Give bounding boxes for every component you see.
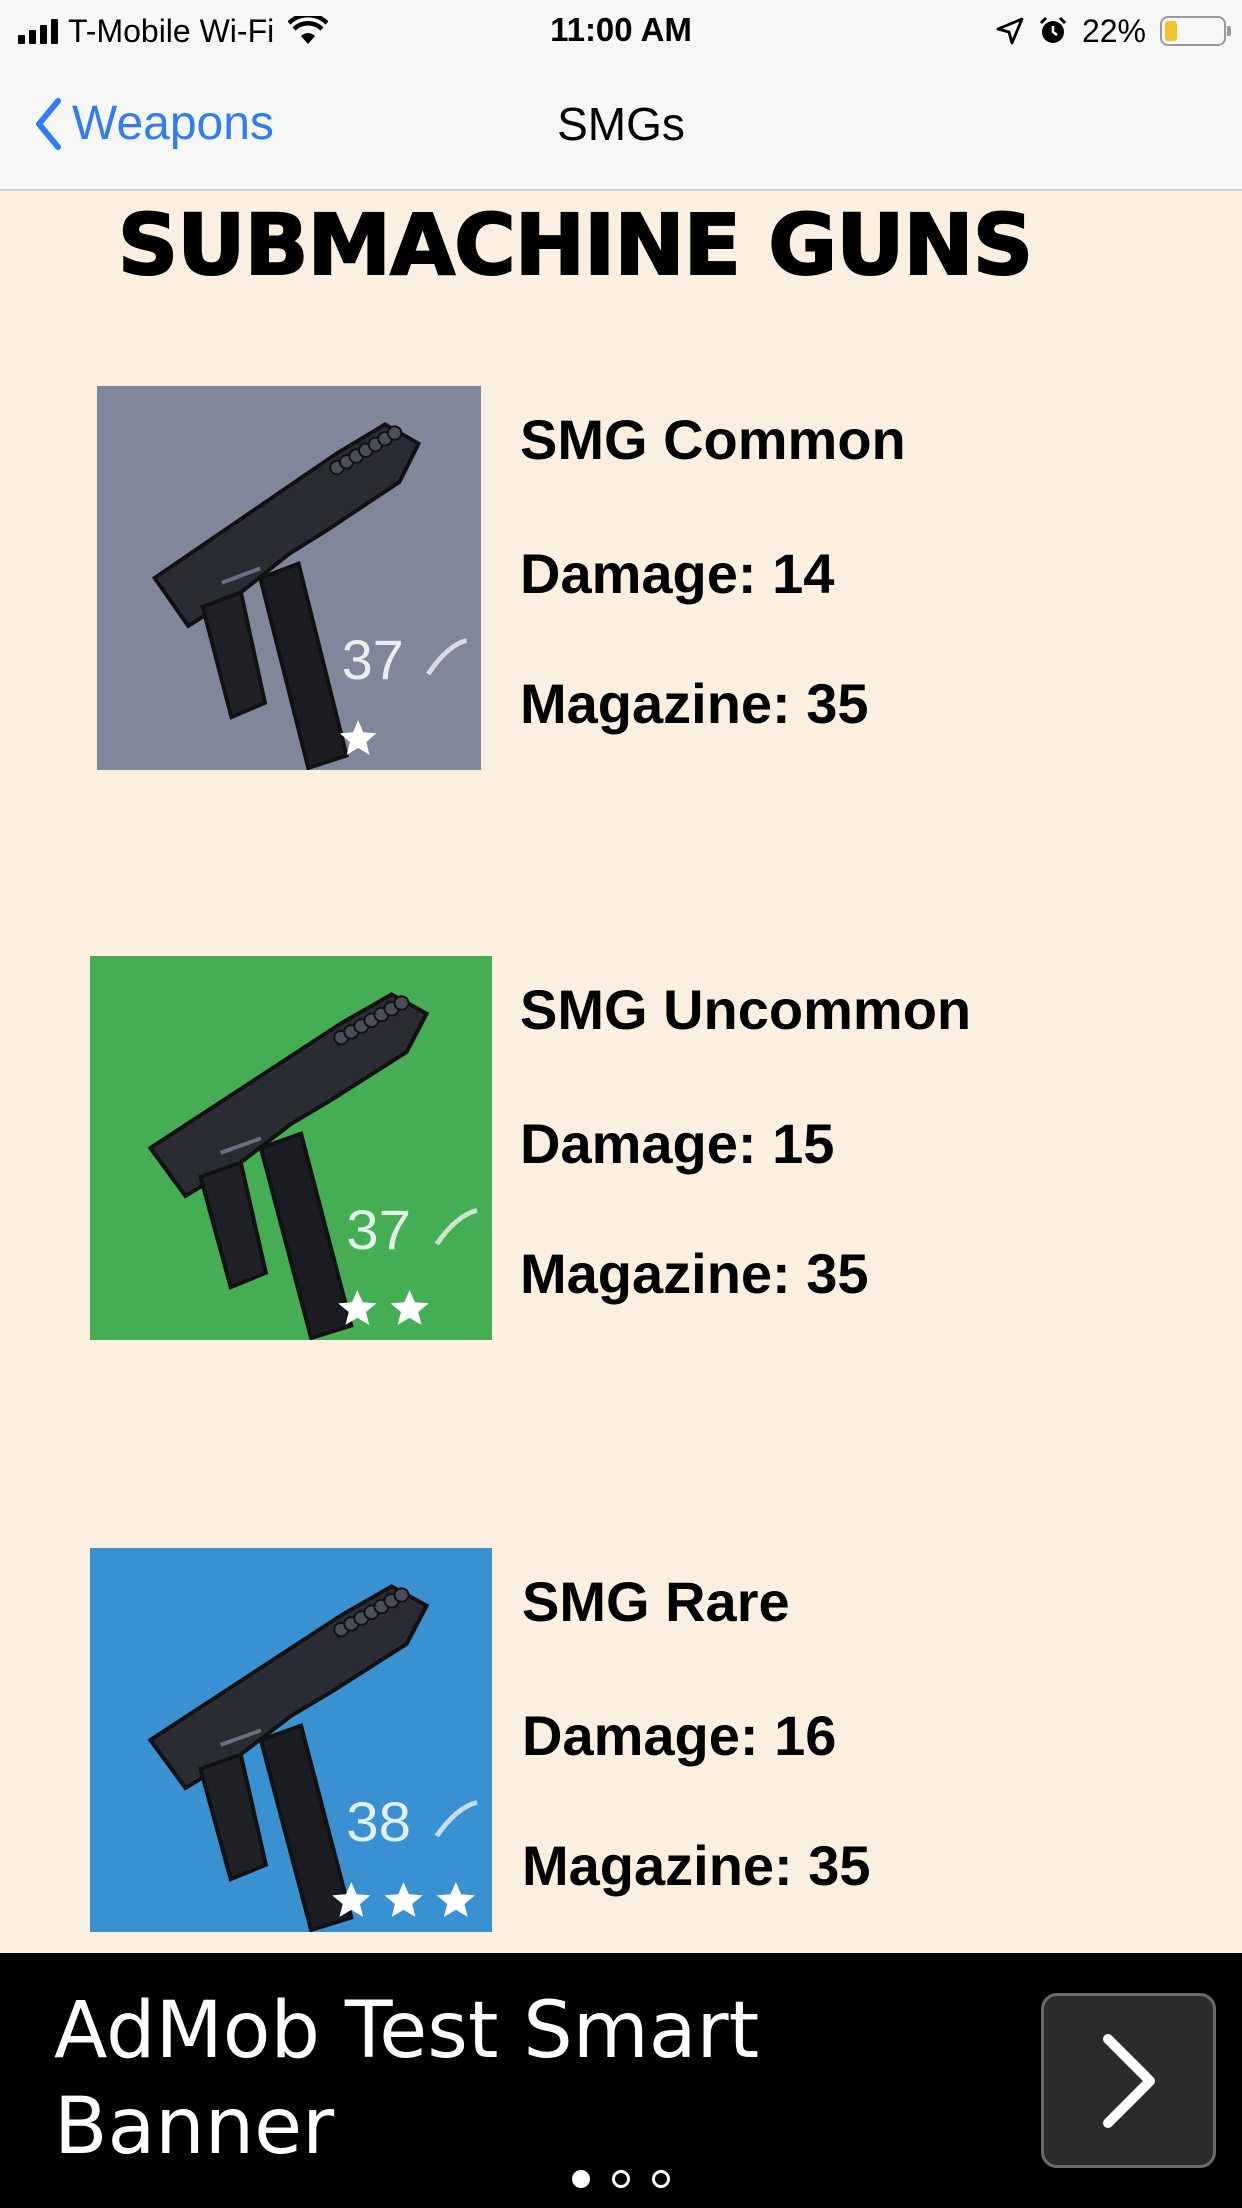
ad-text: AdMob Test Smart Banner (54, 1986, 760, 2172)
battery-icon (1160, 16, 1231, 46)
smg-illustration: 38 (90, 1548, 492, 1932)
page-dot (572, 2170, 590, 2188)
smg-illustration: 37 (90, 956, 492, 1340)
weapon-image: 37 (90, 956, 492, 1340)
page-dot (612, 2170, 630, 2188)
battery-percent: 22% (1081, 13, 1146, 49)
location-icon (996, 17, 1024, 45)
weapon-magazine: Magazine: 35 (520, 672, 869, 735)
weapon-name: SMG Uncommon (520, 978, 972, 1041)
smg-illustration: 37 (97, 386, 481, 770)
page-title: SUBMACHINE GUNS (117, 195, 1034, 295)
weapon-damage: Damage: 14 (520, 542, 835, 605)
nav-title: SMGs (557, 98, 685, 150)
weapon-name: SMG Rare (522, 1570, 790, 1633)
status-right: 22% (996, 12, 1231, 50)
page-indicator (0, 2170, 1242, 2188)
weapon-damage: Damage: 15 (520, 1112, 835, 1175)
battery-level (1165, 21, 1178, 41)
ammo-count-label: 38 (346, 1791, 411, 1854)
weapon-name: SMG Common (520, 408, 906, 471)
chevron-right-icon (1102, 2033, 1155, 2128)
ad-open-button[interactable] (1041, 1993, 1216, 2168)
weapon-magazine: Magazine: 35 (522, 1834, 871, 1897)
ammo-count-label: 37 (342, 629, 404, 691)
status-bar: T-Mobile Wi-Fi 11:00 AM 22% (0, 0, 1242, 62)
ammo-count-label: 37 (346, 1199, 411, 1262)
weapon-damage: Damage: 16 (522, 1704, 837, 1767)
weapon-image: 37 (97, 386, 481, 770)
weapon-image: 38 (90, 1548, 492, 1932)
alarm-icon (1039, 16, 1067, 43)
navigation-bar: Weapons SMGs (0, 62, 1242, 191)
page-dot (652, 2170, 670, 2188)
weapon-magazine: Magazine: 35 (520, 1242, 869, 1305)
